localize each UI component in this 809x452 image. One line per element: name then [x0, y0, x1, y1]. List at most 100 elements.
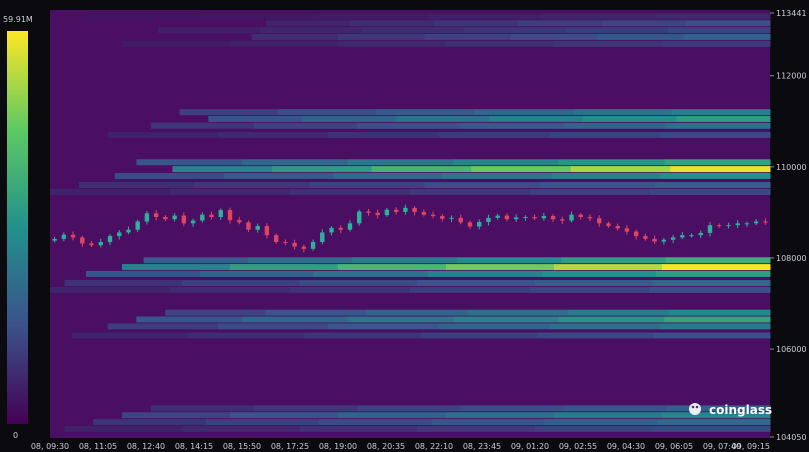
liquidation-band: [570, 166, 671, 173]
liquidation-band: [467, 309, 569, 316]
liquidation-band: [266, 309, 368, 316]
liquidation-band: [460, 405, 565, 412]
x-tick-label: 08, 09:30: [31, 442, 69, 451]
liquidation-band: [489, 115, 584, 122]
liquidation-band: [438, 131, 550, 138]
liquidation-band: [50, 286, 171, 293]
liquidation-band: [328, 131, 440, 138]
liquidation-band: [474, 109, 574, 116]
liquidation-band: [662, 40, 771, 47]
liquidation-band: [230, 412, 339, 419]
liquidation-band: [558, 316, 665, 323]
liquidation-band: [471, 166, 572, 173]
liquidation-band: [428, 13, 543, 20]
candle-body: [70, 234, 76, 238]
liquidation-band: [333, 172, 443, 179]
liquidation-band: [338, 40, 447, 47]
liquidation-band: [64, 425, 183, 432]
liquidation-band: [664, 159, 771, 166]
candle-body: [449, 217, 454, 219]
liquidation-band: [71, 332, 189, 339]
candle-body: [615, 226, 620, 229]
liquidation-band: [122, 264, 231, 271]
liquidation-band: [549, 323, 661, 330]
candle-body: [477, 221, 482, 227]
candle-body: [117, 232, 122, 237]
candle-body: [61, 234, 67, 239]
liquidation-band: [652, 425, 771, 432]
liquidation-band: [410, 188, 531, 195]
colorbar-max-label: 59.91M: [3, 15, 33, 24]
liquidation-band: [122, 412, 231, 419]
liquidation-band: [464, 27, 567, 34]
candle-body: [89, 243, 94, 246]
liquidation-band: [659, 323, 771, 330]
liquidation-band: [208, 115, 303, 122]
candle-body: [763, 221, 768, 223]
liquidation-band: [350, 20, 435, 27]
liquidation-band: [456, 257, 562, 264]
liquidation-band: [544, 419, 658, 426]
liquidation-band: [170, 188, 291, 195]
liquidation-band: [136, 159, 243, 166]
liquidation-band: [371, 166, 472, 173]
candle-body: [375, 212, 380, 216]
liquidation-band: [446, 264, 555, 271]
candle-body: [440, 216, 445, 219]
liquidation-band: [666, 122, 771, 129]
liquidation-band: [453, 159, 560, 166]
candle-body: [680, 235, 685, 238]
liquidation-band: [242, 159, 349, 166]
candle-body: [283, 242, 288, 244]
liquidation-band: [542, 270, 657, 277]
candle-body: [264, 226, 270, 236]
liquidation-band: [107, 323, 219, 330]
liquidation-band: [442, 172, 553, 179]
liquidation-band: [446, 412, 555, 419]
candle-body: [310, 242, 316, 249]
liquidation-band: [304, 332, 422, 339]
candle-body: [347, 223, 353, 230]
liquidation-band: [302, 115, 397, 122]
candle-body: [532, 216, 537, 219]
liquidation-band: [676, 115, 771, 122]
candle-body: [209, 214, 214, 217]
liquidation-band: [122, 40, 231, 47]
liquidation-band: [446, 40, 555, 47]
candle-body: [523, 216, 528, 218]
candle-body: [403, 207, 408, 212]
liquidation-band: [438, 323, 550, 330]
candle-body: [726, 225, 731, 227]
liquidation-band: [230, 264, 339, 271]
x-tick-label: 08, 22:10: [415, 442, 453, 451]
liquidation-band: [230, 40, 339, 47]
liquidation-band: [660, 172, 771, 179]
liquidation-heatmap-chart: 59.91M 0 1134411120001100001080001060001…: [3, 9, 807, 451]
liquidation-band: [50, 188, 171, 195]
liquidation-band: [150, 122, 255, 129]
liquidation-band: [248, 257, 353, 264]
candle-body: [486, 217, 491, 222]
candle-body: [163, 216, 168, 220]
candle-body: [329, 227, 334, 233]
candle-body: [670, 237, 676, 240]
y-axis: 113441 112000 110000 108000 106000 104050: [770, 9, 807, 442]
candle-body: [578, 214, 583, 217]
candle-body: [707, 225, 713, 233]
liquidation-band: [362, 27, 465, 34]
liquidation-band: [453, 316, 560, 323]
liquidation-band: [558, 159, 665, 166]
candle-body: [550, 216, 556, 220]
liquidation-band: [652, 280, 771, 287]
liquidation-band: [200, 13, 315, 20]
x-tick-label: 09, 04:30: [607, 442, 645, 451]
candle-body: [135, 221, 140, 230]
liquidation-band: [206, 419, 320, 426]
candle-body: [569, 214, 574, 221]
candle-body: [144, 213, 150, 222]
x-tick-label: 08, 17:25: [271, 442, 309, 451]
liquidation-band: [662, 264, 771, 271]
liquidation-band: [657, 419, 771, 426]
x-tick-label: 08, 11:05: [79, 442, 117, 451]
liquidation-band: [683, 33, 771, 40]
